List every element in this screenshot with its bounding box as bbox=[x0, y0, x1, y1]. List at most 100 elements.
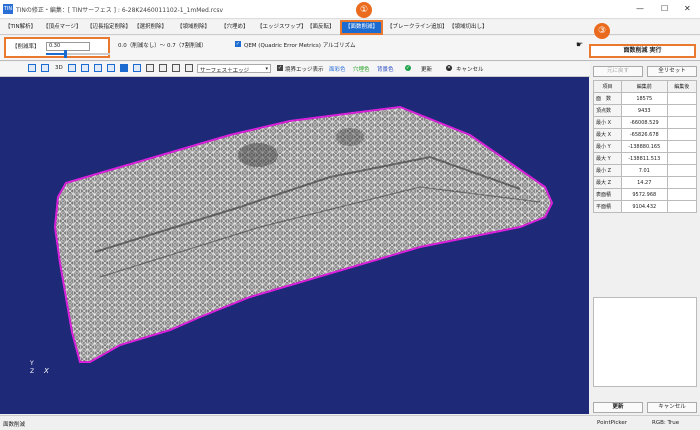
tab-region-cut[interactable]: 【領域切出し】 bbox=[446, 22, 491, 33]
table-row: 面 数 18575 bbox=[593, 92, 698, 105]
row-after bbox=[666, 104, 698, 117]
reduction-options-bar: 【削減率】 0.30 0.0（削減なし）～ 0.7（7割削減） ✓ QEM (Q… bbox=[0, 36, 700, 61]
row-label: 面 数 bbox=[593, 92, 622, 105]
mesh-dense-region-2 bbox=[336, 128, 364, 146]
close-button[interactable]: ✕ bbox=[684, 4, 691, 13]
axis-x-icon[interactable] bbox=[146, 64, 154, 72]
axis-y-label: Y bbox=[30, 360, 34, 367]
row-before: -138880.165 bbox=[620, 140, 668, 153]
tab-vertex-merge[interactable]: 【頂点マージ】 bbox=[40, 22, 84, 33]
table-row: 最小 Z 7.01 bbox=[593, 164, 698, 177]
row-label: 最小 X bbox=[593, 116, 622, 129]
tab-edge-length-delete[interactable]: 【辺長指定削除】 bbox=[84, 22, 134, 33]
log-panel bbox=[593, 297, 697, 387]
row-before: 9572.968 bbox=[620, 188, 668, 201]
hole-color-button[interactable]: 穴埋色 bbox=[353, 65, 370, 73]
reset-all-button[interactable]: 全リセット bbox=[647, 66, 697, 77]
hand-pointer-icon: ☛ bbox=[576, 40, 584, 49]
header-item: 項目 bbox=[593, 80, 622, 93]
row-label: 最大 Y bbox=[593, 152, 622, 165]
qem-label: QEM (Quadric Error Metrics) アルゴリズム bbox=[244, 43, 356, 49]
update-check-icon: ✓ bbox=[405, 65, 411, 71]
minimize-button[interactable]: — bbox=[636, 4, 644, 13]
row-after bbox=[666, 128, 698, 141]
table-row: 表面積 9572.968 bbox=[593, 188, 698, 201]
view-top-icon[interactable] bbox=[28, 64, 36, 72]
table-row: 平面積 9104.432 bbox=[593, 200, 698, 213]
view-left-icon[interactable] bbox=[68, 64, 76, 72]
tab-region-delete[interactable]: 【領域削除】 bbox=[174, 22, 213, 33]
tin-3d-viewport[interactable]: Y Z X bbox=[0, 77, 589, 414]
axis-x-label: X bbox=[44, 367, 49, 375]
reduction-range-hint: 0.0（削減なし）～ 0.7（7割削減） bbox=[118, 43, 207, 49]
side-update-button[interactable]: 更新 bbox=[593, 402, 643, 413]
toolbar-update-button[interactable]: 更新 bbox=[421, 65, 432, 73]
row-after bbox=[666, 164, 698, 177]
reduction-ratio-slider[interactable] bbox=[46, 50, 110, 58]
execute-reduction-button[interactable]: 面数削減 実行 bbox=[589, 44, 696, 58]
view-toolbar: 3D サーフェス＋エッジ ▾ ✓ 境界エッジ表示 面彩色 穴埋色 背景色 ✓ 更… bbox=[0, 62, 590, 77]
axis-z-label: Z bbox=[30, 368, 35, 375]
tab-edge-swap[interactable]: 【エッジスワップ】 bbox=[254, 22, 310, 33]
toolbar-cancel-button[interactable]: キャンセル bbox=[456, 65, 484, 73]
axis-z-icon[interactable] bbox=[172, 64, 180, 72]
view-right-icon[interactable] bbox=[81, 64, 89, 72]
row-label: 最大 X bbox=[593, 128, 622, 141]
axis-gizmo: Y Z X bbox=[30, 360, 60, 380]
row-before: -66008.529 bbox=[620, 116, 668, 129]
reduction-ratio-input[interactable]: 0.30 bbox=[46, 42, 90, 51]
table-row: 頂点数 9433 bbox=[593, 104, 698, 117]
face-color-button[interactable]: 面彩色 bbox=[329, 65, 346, 73]
row-label: 最大 Z bbox=[593, 176, 622, 189]
tab-face-reduction[interactable]: 【面数削減】 bbox=[339, 20, 384, 35]
maximize-button[interactable]: ☐ bbox=[661, 4, 668, 13]
chevron-down-icon: ▾ bbox=[265, 66, 268, 72]
boundary-edge-label: 境界エッジ表示 bbox=[285, 67, 324, 73]
tab-breakline-add[interactable]: 【ブレークライン追加】 bbox=[384, 22, 451, 33]
undo-button[interactable]: 元に戻す bbox=[593, 66, 643, 77]
tab-tin-analysis[interactable]: 【TIN解析】 bbox=[2, 22, 39, 33]
view-front-icon[interactable] bbox=[41, 64, 49, 72]
app-icon: TIN bbox=[3, 4, 13, 14]
tab-hole-fill[interactable]: 【穴埋め】 bbox=[218, 22, 252, 33]
boundary-edge-checkbox[interactable]: ✓ bbox=[277, 65, 283, 71]
axis-y-icon[interactable] bbox=[159, 64, 167, 72]
view-iso-icon[interactable] bbox=[133, 64, 141, 72]
side-cancel-button[interactable]: キャンセル bbox=[647, 402, 697, 413]
row-before: 18575 bbox=[620, 92, 668, 105]
status-picker: PointPicker bbox=[597, 420, 628, 426]
display-mode-select[interactable]: サーフェス＋エッジ ▾ bbox=[197, 64, 271, 74]
row-before: -65826.678 bbox=[620, 128, 668, 141]
table-row: 最小 Y -138880.165 bbox=[593, 140, 698, 153]
view-fit-icon[interactable] bbox=[120, 64, 128, 72]
tab-face-flip[interactable]: 【面反転】 bbox=[304, 22, 338, 33]
cancel-x-icon: ✕ bbox=[446, 65, 452, 71]
view-back-icon[interactable] bbox=[94, 64, 102, 72]
slider-fill bbox=[46, 53, 66, 55]
row-after bbox=[666, 140, 698, 153]
view-3d-button[interactable]: 3D bbox=[55, 65, 63, 71]
qem-checkbox[interactable]: ✓ bbox=[235, 41, 241, 47]
view-bottom-icon[interactable] bbox=[107, 64, 115, 72]
background-color-button[interactable]: 背景色 bbox=[377, 65, 394, 73]
slider-thumb[interactable] bbox=[64, 50, 68, 58]
row-after bbox=[666, 176, 698, 189]
row-label: 頂点数 bbox=[593, 104, 622, 117]
tab-select-delete[interactable]: 【選択削除】 bbox=[131, 22, 170, 33]
status-rgb: RGB: True bbox=[652, 420, 680, 426]
row-label: 最小 Z bbox=[593, 164, 622, 177]
table-row: 最大 Y -138811.513 bbox=[593, 152, 698, 165]
row-label: 最小 Y bbox=[593, 140, 622, 153]
mesh-stats-table: 項目 編集前 編集後 面 数 18575 頂点数 9433 最小 X -66008.5… bbox=[593, 80, 698, 213]
mesh-dense-region bbox=[238, 143, 278, 167]
row-before: 9433 bbox=[620, 104, 668, 117]
stats-side-panel: 元に戻す 全リセット 項目 編集前 編集後 面 数 18575 頂点数 9433 最… bbox=[590, 62, 700, 414]
axis-reset-icon[interactable] bbox=[185, 64, 193, 72]
callout-badge-3: ③ bbox=[594, 23, 610, 39]
display-mode-value: サーフェス＋エッジ bbox=[200, 68, 250, 74]
row-after bbox=[666, 188, 698, 201]
row-after bbox=[666, 152, 698, 165]
reduction-ratio-group: 【削減率】 0.30 bbox=[4, 37, 110, 58]
row-label: 平面積 bbox=[593, 200, 622, 213]
status-bar: 面数削減 PointPicker RGB: True bbox=[0, 415, 700, 430]
